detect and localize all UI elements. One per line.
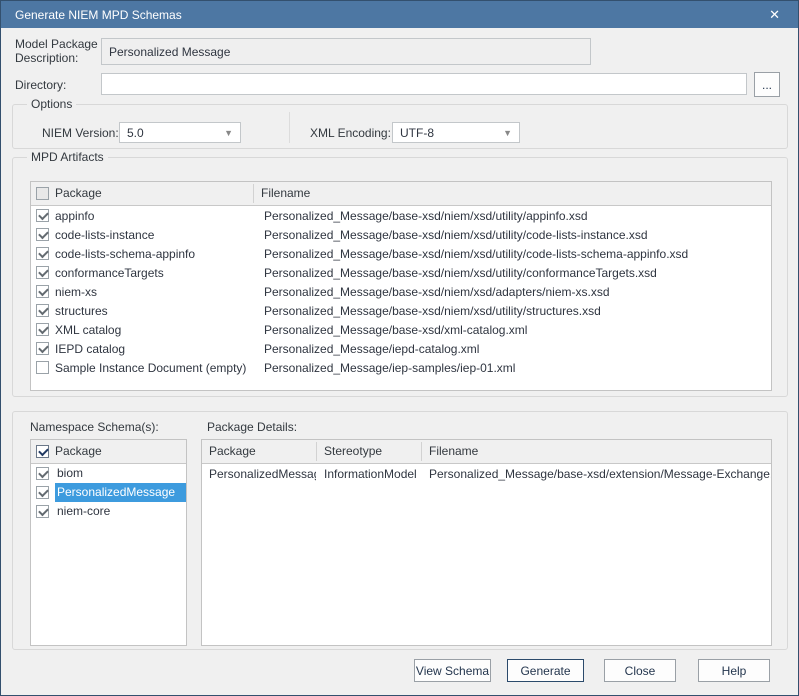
artifact-filename: Personalized_Message/iepd-catalog.xml xyxy=(264,341,480,356)
niem-version-value: 5.0 xyxy=(127,125,144,140)
model-package-description-label: Model Package Description: xyxy=(15,37,98,65)
artifact-checkbox[interactable] xyxy=(36,285,49,298)
view-schema-button[interactable]: View Schema xyxy=(414,659,491,682)
artifact-checkbox[interactable] xyxy=(36,323,49,336)
mpd-artifacts-group: MPD Artifacts Package Filename appinfo Pe… xyxy=(12,150,788,397)
mpd-artifacts-group-title: MPD Artifacts xyxy=(27,150,108,164)
column-header-filename[interactable]: Filename xyxy=(429,440,478,463)
help-button[interactable]: Help xyxy=(698,659,770,682)
column-divider[interactable] xyxy=(316,442,317,461)
artifact-filename: Personalized_Message/base-xsd/xml-catalo… xyxy=(264,322,528,337)
artifact-filename: Personalized_Message/base-xsd/niem/xsd/u… xyxy=(264,265,657,280)
mpd-artifact-row[interactable]: niem-xs Personalized_Message/base-xsd/nie… xyxy=(31,282,771,301)
artifact-package-name: structures xyxy=(55,303,108,318)
options-group: Options NIEM Version: 5.0 ▼ XML Encoding… xyxy=(12,97,788,149)
artifact-checkbox[interactable] xyxy=(36,266,49,279)
artifact-package-name: conformanceTargets xyxy=(55,265,164,280)
column-divider[interactable] xyxy=(253,184,254,203)
detail-stereotype: InformationModel xyxy=(324,466,417,481)
artifact-package-name: IEPD catalog xyxy=(55,341,126,356)
niem-version-label: NIEM Version: xyxy=(42,126,119,140)
options-group-title: Options xyxy=(27,97,77,111)
xml-encoding-value: UTF-8 xyxy=(400,125,434,140)
package-details-row[interactable]: PersonalizedMessage InformationModel Perso… xyxy=(202,464,771,483)
package-details-table: Package Stereotype Filename Personalized… xyxy=(201,439,772,646)
artifact-filename: Personalized_Message/base-xsd/niem/xsd/u… xyxy=(264,246,689,261)
xml-encoding-label: XML Encoding: xyxy=(310,126,391,140)
artifact-filename: Personalized_Message/base-xsd/niem/xsd/u… xyxy=(264,303,601,318)
artifact-checkbox[interactable] xyxy=(36,209,49,222)
namespace-item[interactable]: niem-core xyxy=(31,502,186,521)
niem-version-dropdown[interactable]: 5.0 ▼ xyxy=(119,122,241,143)
namespace-schemas-label: Namespace Schema(s): xyxy=(30,420,159,434)
column-header-stereotype[interactable]: Stereotype xyxy=(324,440,382,463)
namespace-details-group: Namespace Schema(s): Package Details: Pa… xyxy=(12,411,788,650)
artifact-package-name: code-lists-instance xyxy=(55,227,155,242)
detail-package: PersonalizedMessage xyxy=(209,466,316,481)
artifact-checkbox[interactable] xyxy=(36,228,49,241)
artifact-checkbox[interactable] xyxy=(36,247,49,260)
mpd-artifact-row[interactable]: code-lists-instance Personalized_Message/… xyxy=(31,225,771,244)
directory-label: Directory: xyxy=(15,78,67,92)
chevron-down-icon: ▼ xyxy=(224,127,233,138)
mpd-artifacts-header: Package Filename xyxy=(31,182,771,206)
namespace-item[interactable]: biom xyxy=(31,464,186,483)
artifact-checkbox[interactable] xyxy=(36,304,49,317)
namespace-item[interactable]: PersonalizedMessage xyxy=(31,483,186,502)
detail-filename: Personalized_Message/base-xsd/extension/… xyxy=(429,466,771,481)
select-all-artifacts-checkbox[interactable] xyxy=(36,187,49,200)
browse-directory-button[interactable]: ... xyxy=(754,72,780,97)
mpd-artifacts-table: Package Filename appinfo Personalized_Mes… xyxy=(30,181,772,391)
namespace-list: Package biom PersonalizedMessage niem-core xyxy=(30,439,187,646)
generate-niem-mpd-schemas-dialog: Generate NIEM MPD Schemas ✕ Model Packag… xyxy=(0,0,799,696)
mpd-artifact-row[interactable]: IEPD catalog Personalized_Message/iepd-ca… xyxy=(31,339,771,358)
package-details-body: PersonalizedMessage InformationModel Perso… xyxy=(202,464,771,483)
options-separator xyxy=(289,112,290,143)
chevron-down-icon: ▼ xyxy=(503,127,512,138)
column-header-package[interactable]: Package xyxy=(55,440,102,463)
artifact-filename: Personalized_Message/base-xsd/niem/xsd/u… xyxy=(264,208,588,223)
package-details-header: Package Stereotype Filename xyxy=(202,440,771,464)
close-icon[interactable]: ✕ xyxy=(765,6,784,23)
close-button[interactable]: Close xyxy=(604,659,676,682)
mpd-artifact-row[interactable]: appinfo Personalized_Message/base-xsd/nie… xyxy=(31,206,771,225)
package-details-label: Package Details: xyxy=(207,420,298,434)
select-all-namespaces-checkbox[interactable] xyxy=(36,445,49,458)
artifact-filename: Personalized_Message/base-xsd/niem/xsd/a… xyxy=(264,284,610,299)
column-header-package[interactable]: Package xyxy=(209,440,256,463)
artifact-filename: Personalized_Message/base-xsd/niem/xsd/u… xyxy=(264,227,648,242)
namespace-label: PersonalizedMessage xyxy=(55,483,186,502)
namespace-label: biom xyxy=(57,466,84,480)
mpd-artifact-row[interactable]: structures Personalized_Message/base-xsd/… xyxy=(31,301,771,320)
namespace-checkbox[interactable] xyxy=(36,486,49,499)
column-header-filename[interactable]: Filename xyxy=(261,182,310,205)
namespace-checkbox[interactable] xyxy=(36,505,49,518)
artifact-package-name: code-lists-schema-appinfo xyxy=(55,246,196,261)
artifact-package-name: XML catalog xyxy=(55,322,122,337)
mpd-artifact-row[interactable]: XML catalog Personalized_Message/base-xsd… xyxy=(31,320,771,339)
model-package-description-field: Personalized Message xyxy=(101,38,591,65)
generate-button[interactable]: Generate xyxy=(507,659,584,682)
mpd-artifact-row[interactable]: conformanceTargets Personalized_Message/b… xyxy=(31,263,771,282)
artifact-checkbox[interactable] xyxy=(36,342,49,355)
directory-input[interactable] xyxy=(101,73,747,95)
mpd-artifact-row[interactable]: code-lists-schema-appinfo Personalized_Me… xyxy=(31,244,771,263)
namespace-list-body: biom PersonalizedMessage niem-core xyxy=(31,464,186,521)
mpd-artifacts-body: appinfo Personalized_Message/base-xsd/nie… xyxy=(31,206,771,377)
namespace-list-header: Package xyxy=(31,440,186,464)
mpd-artifact-row[interactable]: Sample Instance Document (empty) Personal… xyxy=(31,358,771,377)
column-divider[interactable] xyxy=(421,442,422,461)
artifact-checkbox[interactable] xyxy=(36,361,49,374)
dialog-title: Generate NIEM MPD Schemas xyxy=(15,7,182,22)
artifact-filename: Personalized_Message/iep-samples/iep-01.… xyxy=(264,360,516,375)
artifact-package-name: appinfo xyxy=(55,208,95,223)
artifact-package-name: Sample Instance Document (empty) xyxy=(55,360,247,375)
namespace-checkbox[interactable] xyxy=(36,467,49,480)
column-header-package[interactable]: Package xyxy=(55,182,102,205)
titlebar: Generate NIEM MPD Schemas ✕ xyxy=(1,1,798,28)
artifact-package-name: niem-xs xyxy=(55,284,98,299)
xml-encoding-dropdown[interactable]: UTF-8 ▼ xyxy=(392,122,520,143)
namespace-label: niem-core xyxy=(57,504,111,518)
